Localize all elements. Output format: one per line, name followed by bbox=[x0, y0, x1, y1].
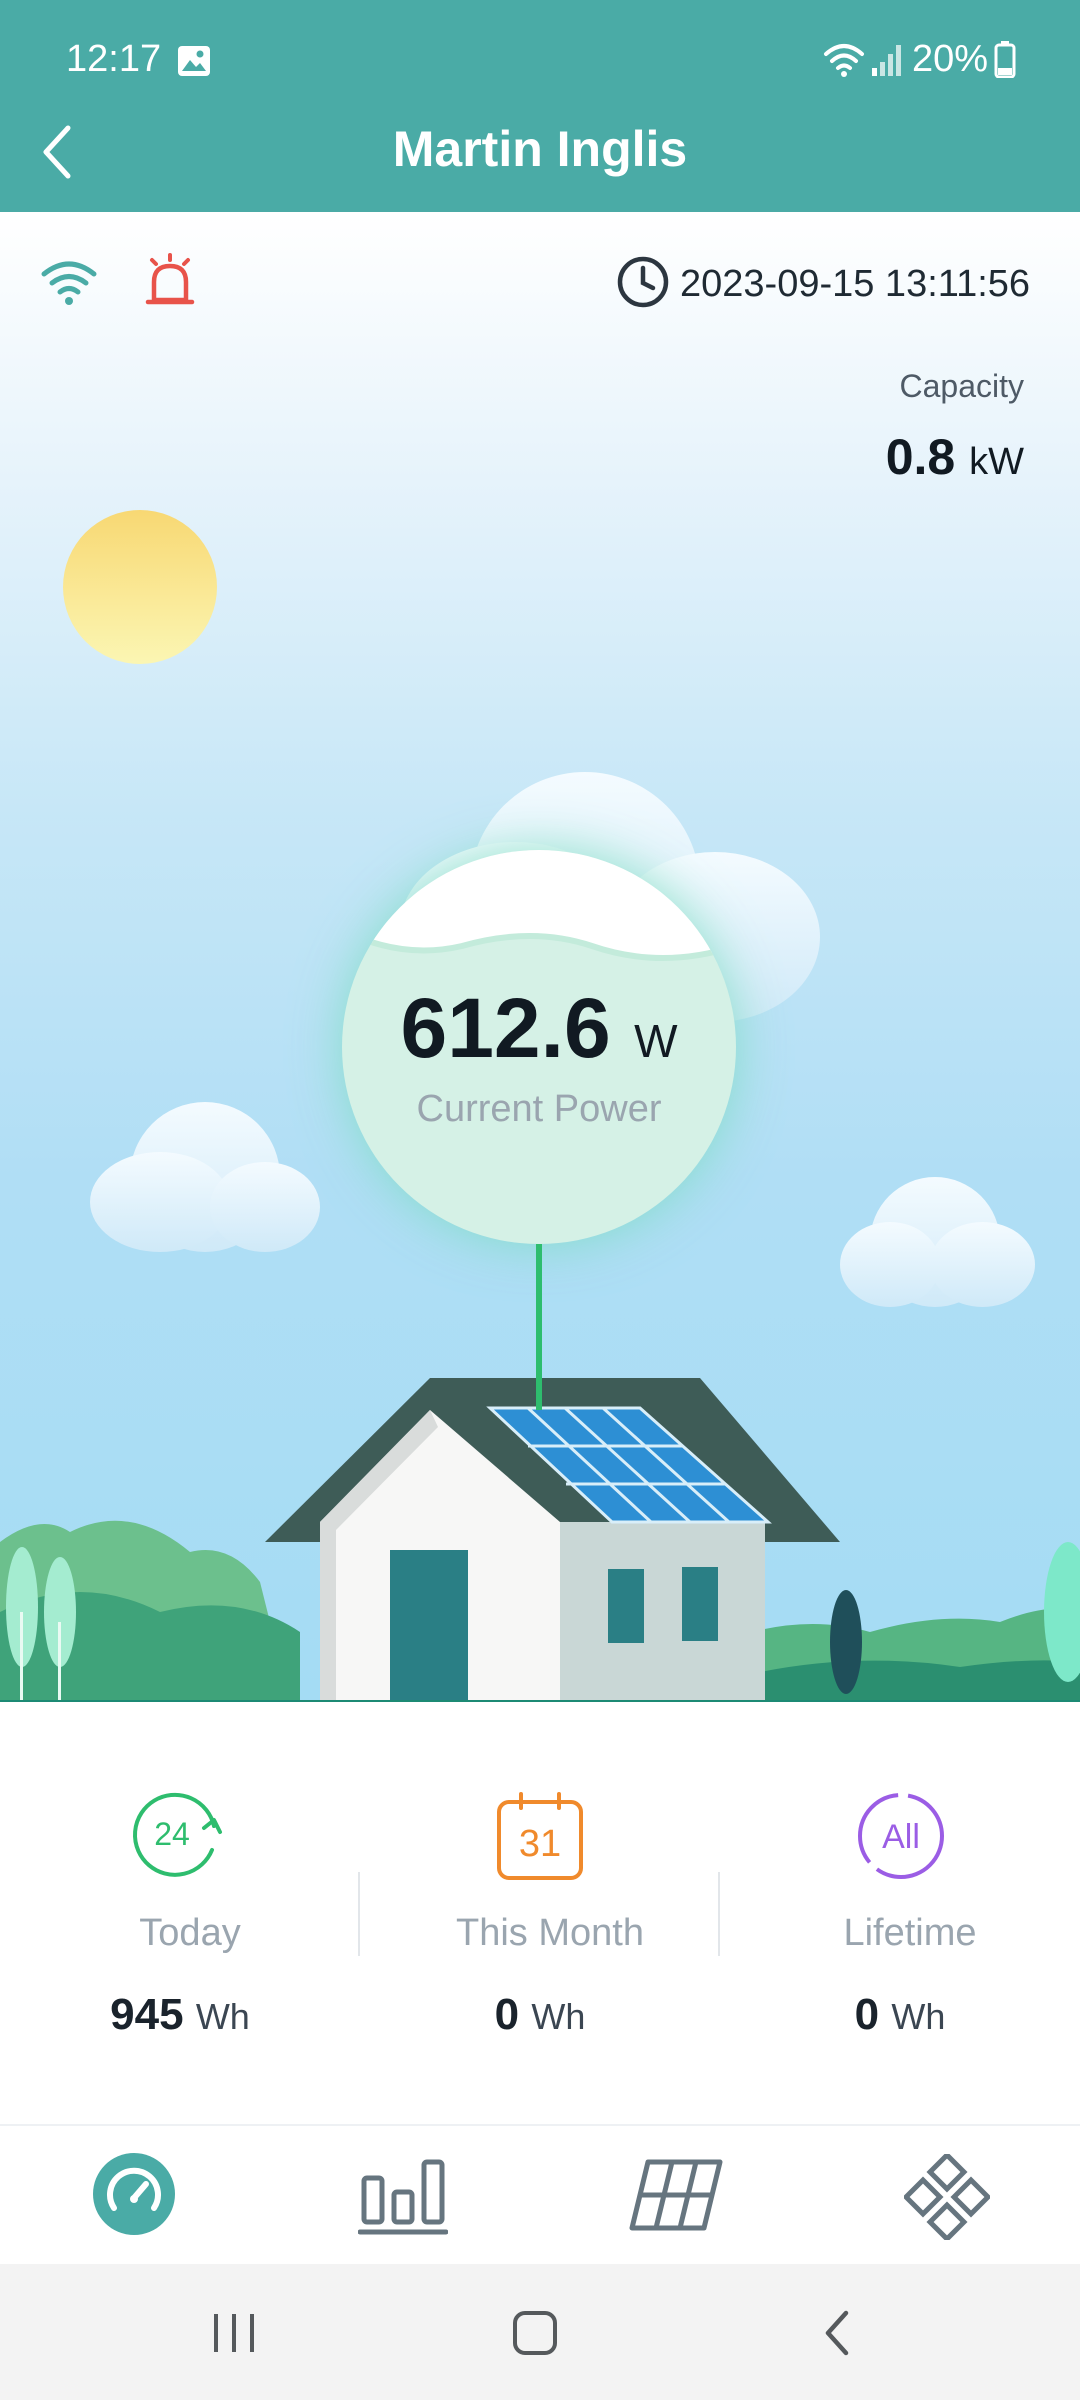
stat-divider bbox=[718, 1872, 720, 1956]
alarm-icon[interactable] bbox=[144, 252, 196, 308]
status-time: 12:17 bbox=[66, 38, 162, 80]
stat-value-lifetime: 0 Wh bbox=[720, 1990, 1080, 2040]
stat-divider bbox=[358, 1872, 360, 1956]
capacity-unit: kW bbox=[969, 441, 1024, 483]
stat-number: 945 bbox=[110, 1990, 184, 2039]
capacity-value: 0.8 kW bbox=[886, 428, 1024, 486]
today-icon: 24 bbox=[133, 1792, 222, 1877]
dashboard-icon[interactable] bbox=[92, 2152, 176, 2236]
image-icon bbox=[178, 46, 210, 76]
page-title: Martin Inglis bbox=[392, 121, 688, 177]
stat-value-month: 0 Wh bbox=[360, 1990, 720, 2040]
current-power-unit: W bbox=[634, 1015, 678, 1067]
svg-text:All: All bbox=[882, 1818, 920, 1856]
lifetime-icon: All bbox=[858, 1793, 944, 1879]
stat-unit: Wh bbox=[531, 1996, 586, 2037]
clock-icon bbox=[617, 256, 669, 308]
stat-unit: Wh bbox=[891, 1996, 946, 2037]
svg-text:24: 24 bbox=[154, 1816, 190, 1852]
capacity-number: 0.8 bbox=[885, 429, 956, 485]
power-connector-line bbox=[536, 1244, 542, 1410]
stat-label-lifetime: Lifetime bbox=[843, 1912, 977, 1954]
devices-icon[interactable] bbox=[904, 2154, 990, 2240]
capacity-label: Capacity bbox=[899, 368, 1025, 404]
signal-icon bbox=[872, 45, 901, 76]
stat-unit: Wh bbox=[195, 1996, 250, 2037]
current-power-value: 612.6 W bbox=[342, 980, 736, 1077]
current-power-gauge: 612.6 W Current Power bbox=[342, 850, 736, 1244]
stat-value-today: 945 Wh bbox=[0, 1990, 360, 2040]
solar-panel-icon[interactable] bbox=[628, 2158, 724, 2232]
battery-icon bbox=[994, 41, 1016, 78]
last-update-timestamp: 2023-09-15 13:11:56 bbox=[680, 263, 1031, 305]
sun-illustration bbox=[63, 510, 217, 664]
recent-apps-icon[interactable] bbox=[208, 2310, 260, 2356]
wifi-icon bbox=[41, 261, 97, 305]
wifi-icon bbox=[824, 44, 864, 77]
home-icon[interactable] bbox=[510, 2308, 560, 2358]
current-power-label: Current Power bbox=[416, 1088, 662, 1130]
stat-label-month: This Month bbox=[456, 1912, 644, 1954]
month-calendar-icon: 31 bbox=[497, 1792, 583, 1880]
stat-number: 0 bbox=[494, 1990, 520, 2039]
stat-label-today: Today bbox=[139, 1912, 241, 1954]
app-header bbox=[0, 0, 1080, 212]
svg-text:31: 31 bbox=[519, 1823, 561, 1865]
stat-number: 0 bbox=[854, 1990, 880, 2039]
battery-percent: 20% bbox=[911, 38, 988, 80]
back-icon[interactable] bbox=[820, 2308, 856, 2358]
bar-chart-icon[interactable] bbox=[358, 2156, 448, 2236]
current-power-number: 612.6 bbox=[400, 981, 611, 1075]
